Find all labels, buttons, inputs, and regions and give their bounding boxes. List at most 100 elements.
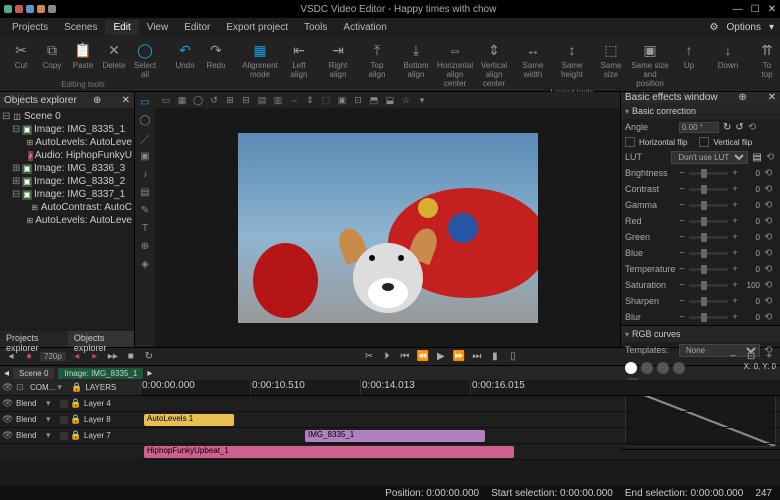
close-button[interactable]: ✕ <box>768 4 776 15</box>
tb-btn[interactable]: ⬚ <box>319 93 333 107</box>
same-width-button[interactable]: ↔Same width <box>514 38 552 88</box>
play-button[interactable]: ▸ <box>88 350 102 364</box>
contrast-slider[interactable] <box>689 188 728 191</box>
image-crumb[interactable]: Image: IMG_8335_1 <box>58 368 143 379</box>
marker-button[interactable]: ▮ <box>488 350 502 364</box>
tree-node[interactable]: ⊟▣Image: IMG_8337_1 <box>2 188 132 201</box>
up-button[interactable]: ↑Up <box>670 38 708 88</box>
rotate-ccw-icon[interactable]: ↺ <box>735 122 743 133</box>
timeline-row[interactable]: IMG_8335_1 <box>140 428 780 444</box>
record-button[interactable]: ● <box>22 350 36 364</box>
menu-activation[interactable]: Activation <box>335 20 394 35</box>
same-height-button[interactable]: ↕Same height <box>553 38 591 88</box>
to-top-button[interactable]: ⇈To top <box>748 38 780 88</box>
reset-icon[interactable]: ⟲ <box>748 122 760 133</box>
step-back-button[interactable]: ⏪ <box>416 350 430 364</box>
blur-slider[interactable] <box>689 316 728 319</box>
tb-btn[interactable]: ⊟ <box>239 93 253 107</box>
tb-btn[interactable]: ⬓ <box>383 93 397 107</box>
tb-btn[interactable]: ▤ <box>255 93 269 107</box>
timeline-clip[interactable]: AutoLevels 1 <box>144 414 234 426</box>
timeline-track[interactable]: 👁Blend▾🔒Layer 4 <box>0 396 140 412</box>
tb-btn[interactable]: ◯ <box>191 93 205 107</box>
timeline-row[interactable] <box>140 396 780 412</box>
line-tool[interactable]: ／ <box>137 130 153 146</box>
skip-end-button[interactable]: ⏭ <box>470 350 484 364</box>
pin-icon[interactable]: ⊕ <box>93 95 101 106</box>
resolution-select[interactable]: 720p <box>40 352 66 361</box>
shape-tool[interactable]: ◯ <box>137 112 153 128</box>
maximize-button[interactable]: ☐ <box>751 4 760 15</box>
close-icon[interactable]: ✕ <box>122 95 130 106</box>
tb-btn[interactable]: ☆ <box>399 93 413 107</box>
saturation-slider[interactable] <box>689 284 728 287</box>
chevron-down-icon[interactable]: ▾ <box>769 22 774 33</box>
tb-btn[interactable]: ⇕ <box>303 93 317 107</box>
marker2-button[interactable]: ▯ <box>506 350 520 364</box>
timeline-ruler[interactable]: 0:00:00.0000:00:10.5100:00:14.0130:00:16… <box>140 380 780 396</box>
alignment-mode-button[interactable]: ▦Alignment mode <box>241 38 279 88</box>
reset-icon[interactable]: ⟲ <box>764 200 776 211</box>
menu-editor[interactable]: Editor <box>176 20 218 35</box>
step-fwd-button[interactable]: ⏩ <box>452 350 466 364</box>
tree-node[interactable]: ⊞▣Image: IMG_8338_2 <box>2 175 132 188</box>
tb-btn[interactable]: ⊡ <box>351 93 365 107</box>
menu-view[interactable]: View <box>139 20 177 35</box>
curve-channel-rgb[interactable] <box>625 362 637 374</box>
loop-button[interactable]: ↻ <box>142 350 156 364</box>
folder-icon[interactable]: ▤ <box>752 152 761 163</box>
tb-btn[interactable]: ▣ <box>335 93 349 107</box>
prev-scene-button[interactable]: ◂ <box>4 368 9 379</box>
hflip-checkbox[interactable] <box>625 137 635 147</box>
undo-button[interactable]: ↶Undo <box>170 38 200 70</box>
down-button[interactable]: ↓Down <box>709 38 747 88</box>
zoom-fit-button[interactable]: ⊡ <box>744 350 758 364</box>
gamma-slider[interactable] <box>689 204 728 207</box>
tree-node[interactable]: ⊞AutoContrast: AutoC <box>2 201 132 214</box>
blue-slider[interactable] <box>689 252 728 255</box>
select-all-button[interactable]: ◯Select all <box>130 38 160 79</box>
right-align-button[interactable]: ⇥Right align <box>319 38 357 88</box>
top-align-button[interactable]: ⤒Top align <box>358 38 396 88</box>
rotate-cw-icon[interactable]: ↻ <box>723 122 731 133</box>
basic-correction-header[interactable]: Basic correction <box>621 103 780 119</box>
vertical-align-center-button[interactable]: ⇕Vertical align center <box>475 38 513 88</box>
sharpen-slider[interactable] <box>689 300 728 303</box>
left-align-button[interactable]: ⇤Left align <box>280 38 318 88</box>
tab-objects-explorer[interactable]: Objects explorer <box>68 331 134 347</box>
same-size-button[interactable]: ⬚Same size <box>592 38 630 88</box>
timeline-clip[interactable]: IMG_8335_1 <box>305 430 485 442</box>
rgb-curves-header[interactable]: RGB curves <box>621 326 780 342</box>
reset-icon[interactable]: ⟲ <box>764 280 776 291</box>
reset-icon[interactable]: ⟲ <box>764 312 776 323</box>
vflip-checkbox[interactable] <box>699 137 709 147</box>
next-button[interactable]: ▸▸ <box>106 350 120 364</box>
close-icon[interactable]: ✕ <box>768 92 776 103</box>
delete-button[interactable]: ✕Delete <box>99 38 129 79</box>
play2-button[interactable]: ▶ <box>434 350 448 364</box>
skip-start-button[interactable]: ⏮ <box>398 350 412 364</box>
pin-icon[interactable]: ⊕ <box>738 92 746 103</box>
lut-select[interactable]: Don't use LUT <box>671 151 748 164</box>
counter-tool[interactable]: ⊕ <box>137 238 153 254</box>
scene-crumb[interactable]: Scene 0 <box>13 368 54 379</box>
tb-btn[interactable]: ▾ <box>415 93 429 107</box>
reset-icon[interactable]: ⟲ <box>764 296 776 307</box>
curve-channel-r[interactable] <box>641 362 653 374</box>
prev-frame-button[interactable]: ◂ <box>4 350 18 364</box>
options-menu[interactable]: Options <box>727 22 761 33</box>
tb-btn[interactable]: ⇔ <box>287 93 301 107</box>
text-tool[interactable]: T <box>137 220 153 236</box>
next-scene-button[interactable]: ▸ <box>147 368 152 379</box>
tb-btn[interactable]: ▦ <box>175 93 189 107</box>
tree-node[interactable]: ⊞AutoLevels: AutoLeve <box>2 136 132 149</box>
reset-icon[interactable]: ⟲ <box>764 216 776 227</box>
tb-btn[interactable]: ⬒ <box>367 93 381 107</box>
brightness-slider[interactable] <box>689 172 728 175</box>
image-tool[interactable]: ▣ <box>137 148 153 164</box>
pointer-tool[interactable]: ▭ <box>137 94 153 110</box>
timeline-track[interactable]: 👁Blend▾🔒Layer 8 <box>0 412 140 428</box>
stop-button[interactable]: ■ <box>124 350 138 364</box>
timeline-track[interactable]: 👁Blend▾🔒Layer 7 <box>0 428 140 444</box>
temperature-slider[interactable] <box>689 268 728 271</box>
